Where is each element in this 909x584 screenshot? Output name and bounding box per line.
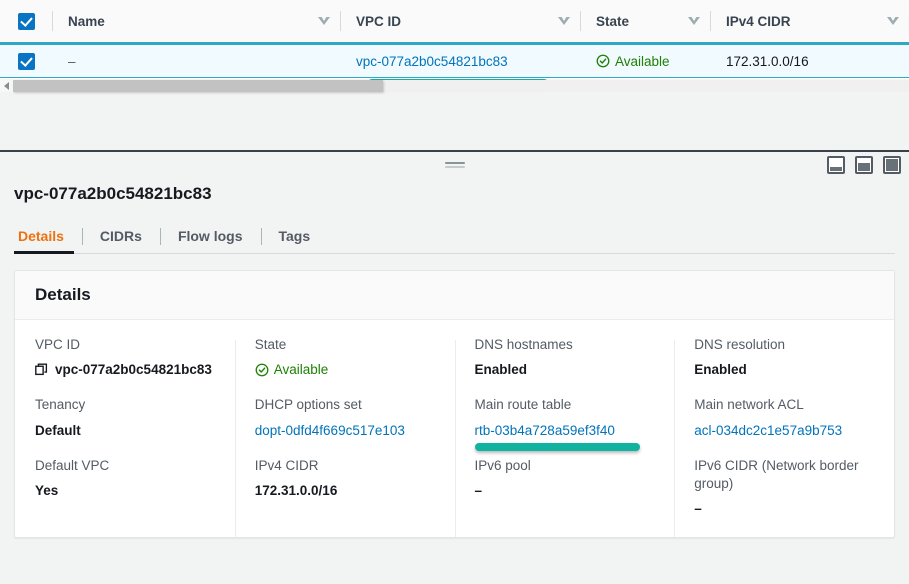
highlight-marker-main-route-table	[474, 442, 640, 451]
field-label: Default VPC	[35, 457, 110, 473]
dhcp-options-link[interactable]: dopt-0dfd4f669c517e103	[255, 423, 405, 438]
copy-icon[interactable]	[35, 363, 48, 376]
field-tenancy: Tenancy Default	[35, 396, 215, 439]
details-column-4: DNS resolution Enabled Main network ACL …	[674, 336, 894, 537]
field-value: 172.31.0.0/16	[254, 483, 338, 499]
details-column-2: State Available DHCP options set dopt-0d…	[234, 336, 455, 537]
split-panel: vpc-077a2b0c54821bc83 Details CIDRs Flow…	[0, 150, 909, 584]
chevron-left-icon[interactable]	[0, 79, 13, 93]
page-title: vpc-077a2b0c54821bc83	[14, 184, 212, 203]
panel-large-icon[interactable]	[883, 156, 901, 174]
field-value: Enabled	[694, 362, 747, 378]
field-label: DNS hostnames	[474, 337, 573, 352]
scrollbar-thumb[interactable]	[13, 79, 383, 92]
field-value: acl-034dc2c1e57a9b753	[694, 422, 874, 440]
field-main-route-table: Main route table rtb-03b4a728a59ef3f40	[474, 396, 655, 451]
cell-name: –	[68, 53, 76, 69]
field-dns-resolution: DNS resolution Enabled	[694, 336, 874, 379]
column-header-state[interactable]: State	[580, 0, 710, 43]
field-value: rtb-03b4a728a59ef3f40	[474, 422, 655, 451]
status-badge-label: Available	[273, 362, 329, 378]
field-label: Main route table	[474, 397, 572, 413]
check-circle-icon	[255, 363, 269, 377]
split-panel-actions	[827, 156, 901, 174]
field-value: dopt-0dfd4f669c517e103	[255, 422, 435, 440]
sort-descending-icon[interactable]	[318, 15, 330, 25]
column-header-name[interactable]: Name	[52, 0, 340, 43]
field-label: Tenancy	[35, 397, 86, 413]
field-main-network-acl: Main network ACL acl-034dc2c1e57a9b753	[694, 396, 874, 439]
cell-vpc-id: vpc-077a2b0c54821bc83	[340, 45, 580, 87]
field-state: State Available	[255, 336, 435, 379]
field-value: Yes	[35, 483, 59, 499]
column-header-vpc-id-label: VPC ID	[356, 13, 402, 29]
field-label: DNS resolution	[694, 337, 786, 352]
field-ipv6-pool: IPv6 pool –	[475, 457, 655, 500]
table-header-row: Name VPC ID State IPv4 CIDR	[0, 0, 909, 44]
tab-details[interactable]: Details	[14, 228, 82, 254]
column-header-name-label: Name	[68, 13, 105, 29]
field-value: Available	[255, 361, 435, 379]
table-horizontal-scrollbar[interactable]	[0, 78, 909, 92]
row-checkbox[interactable]	[18, 52, 35, 70]
status-badge-label: Available	[615, 53, 670, 69]
cell-state: Available	[580, 45, 710, 77]
tab-cidrs[interactable]: CIDRs	[81, 228, 160, 253]
tab-tags[interactable]: Tags	[260, 228, 329, 253]
field-value: –	[474, 483, 483, 499]
field-label: Main network ACL	[694, 397, 804, 413]
column-header-vpc-id[interactable]: VPC ID	[340, 0, 580, 43]
field-vpc-id: VPC ID vpc-077a2b0c54821bc83	[35, 336, 215, 379]
sort-descending-icon[interactable]	[558, 15, 570, 25]
field-dns-hostnames: DNS hostnames Enabled	[475, 336, 655, 379]
field-label: VPC ID	[35, 337, 81, 352]
panel-tabs: Details CIDRs Flow logs Tags	[14, 220, 895, 254]
field-value: –	[694, 501, 702, 517]
row-select-cell	[0, 45, 52, 77]
details-column-3: DNS hostnames Enabled Main route table r…	[454, 336, 675, 537]
details-column-1: VPC ID vpc-077a2b0c54821bc83 Tenancy Def…	[15, 336, 235, 537]
field-label: IPv6 pool	[474, 457, 531, 473]
main-route-table-link[interactable]: rtb-03b4a728a59ef3f40	[475, 423, 615, 438]
column-header-state-label: State	[596, 13, 630, 29]
drag-handle-icon[interactable]	[444, 162, 465, 170]
table-row[interactable]: – vpc-077a2b0c54821bc83 Available 172.31…	[0, 44, 909, 87]
column-header-ipv4-cidr-label: IPv4 CIDR	[726, 13, 791, 29]
cell-ipv4-cidr: 172.31.0.0/16	[726, 53, 809, 69]
details-grid: VPC ID vpc-077a2b0c54821bc83 Tenancy Def…	[15, 320, 894, 537]
sort-descending-icon[interactable]	[887, 15, 899, 25]
field-label: DHCP options set	[254, 397, 362, 413]
field-value: Enabled	[474, 362, 528, 378]
details-heading: Details	[35, 285, 91, 304]
field-label: State	[254, 337, 287, 352]
status-badge: Available	[255, 361, 435, 379]
column-header-ipv4-cidr[interactable]: IPv4 CIDR	[710, 0, 909, 43]
field-ipv4-cidr: IPv4 CIDR 172.31.0.0/16	[255, 457, 435, 500]
details-card: Details VPC ID vpc-077a2b0c54821bc83 Ten…	[14, 270, 895, 538]
field-dhcp-options-set: DHCP options set dopt-0dfd4f669c517e103	[255, 396, 435, 439]
field-ipv6-cidr: IPv6 CIDR (Network border group) –	[694, 457, 874, 519]
sort-descending-icon[interactable]	[688, 15, 700, 25]
field-label: IPv6 CIDR (Network border group)	[694, 457, 859, 492]
vpc-table: Name VPC ID State IPv4 CIDR – vpc-077a2b…	[0, 0, 909, 92]
select-all-header	[0, 0, 52, 43]
split-panel-bar	[0, 152, 909, 180]
vpc-id-link[interactable]: vpc-077a2b0c54821bc83	[356, 54, 508, 69]
panel-medium-icon[interactable]	[855, 156, 873, 174]
status-badge: Available	[596, 54, 670, 69]
main-network-acl-link[interactable]: acl-034dc2c1e57a9b753	[694, 423, 842, 438]
field-value-text: vpc-077a2b0c54821bc83	[55, 362, 212, 378]
field-label: IPv4 CIDR	[254, 457, 319, 473]
check-circle-icon	[596, 54, 610, 68]
field-value: Default	[35, 422, 81, 438]
panel-small-icon[interactable]	[827, 156, 845, 174]
details-card-header: Details	[15, 271, 894, 320]
tab-flow-logs[interactable]: Flow logs	[159, 228, 261, 253]
select-all-checkbox[interactable]	[18, 12, 35, 30]
table-panel-gap	[0, 88, 909, 150]
field-default-vpc: Default VPC Yes	[35, 457, 215, 500]
field-value: vpc-077a2b0c54821bc83	[35, 361, 215, 379]
scrollbar-track[interactable]	[13, 79, 909, 92]
